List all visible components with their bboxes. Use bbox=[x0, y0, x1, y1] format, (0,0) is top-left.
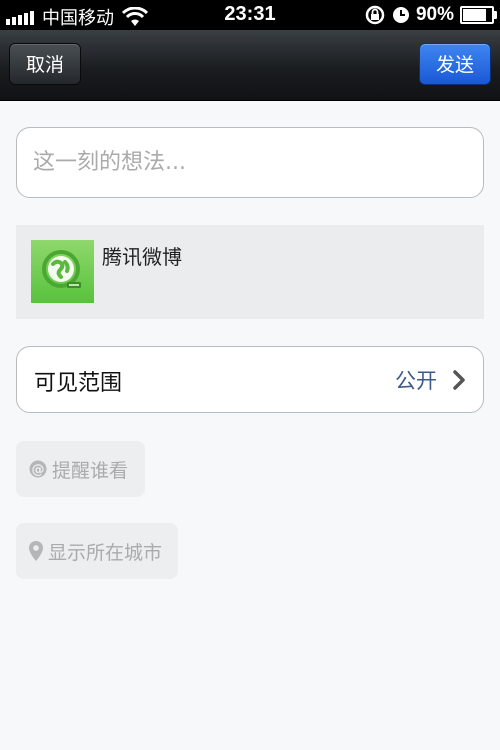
show-city-button[interactable]: 显示所在城市 bbox=[16, 523, 178, 579]
globe-logo-icon bbox=[42, 250, 81, 288]
battery-icon bbox=[460, 6, 497, 24]
location-pin-icon bbox=[29, 541, 43, 561]
battery-percent: 90% bbox=[415, 4, 454, 25]
status-right: 90% bbox=[364, 4, 497, 26]
remind-who-label: 提醒谁看 bbox=[52, 459, 129, 482]
visibility-value: 公开 bbox=[395, 369, 437, 393]
visibility-row[interactable]: 可见范围 公开 bbox=[16, 346, 484, 413]
battery-level bbox=[463, 9, 486, 21]
rotation-lock-icon bbox=[365, 5, 385, 25]
status-bar: 中国移动 23:31 90% bbox=[0, 0, 500, 30]
tencent-weibo-thumbnail bbox=[31, 240, 94, 303]
thought-input[interactable]: 这一刻的想法... bbox=[16, 127, 484, 198]
shared-content-card[interactable]: 腾讯微博 bbox=[16, 225, 484, 319]
chevron-right-icon bbox=[453, 370, 465, 390]
send-button[interactable]: 发送 bbox=[419, 43, 491, 85]
alarm-clock-icon bbox=[392, 7, 409, 23]
cancel-button[interactable]: 取消 bbox=[9, 43, 81, 85]
navigation-bar: 取消 发送 bbox=[0, 30, 500, 101]
shared-content-title: 腾讯微博 bbox=[102, 245, 182, 269]
svg-text:@: @ bbox=[32, 463, 45, 478]
show-city-label: 显示所在城市 bbox=[48, 541, 163, 564]
remind-who-button[interactable]: @ 提醒谁看 bbox=[16, 441, 145, 497]
visibility-label: 可见范围 bbox=[34, 371, 123, 396]
at-sign-icon: @ bbox=[29, 460, 47, 478]
